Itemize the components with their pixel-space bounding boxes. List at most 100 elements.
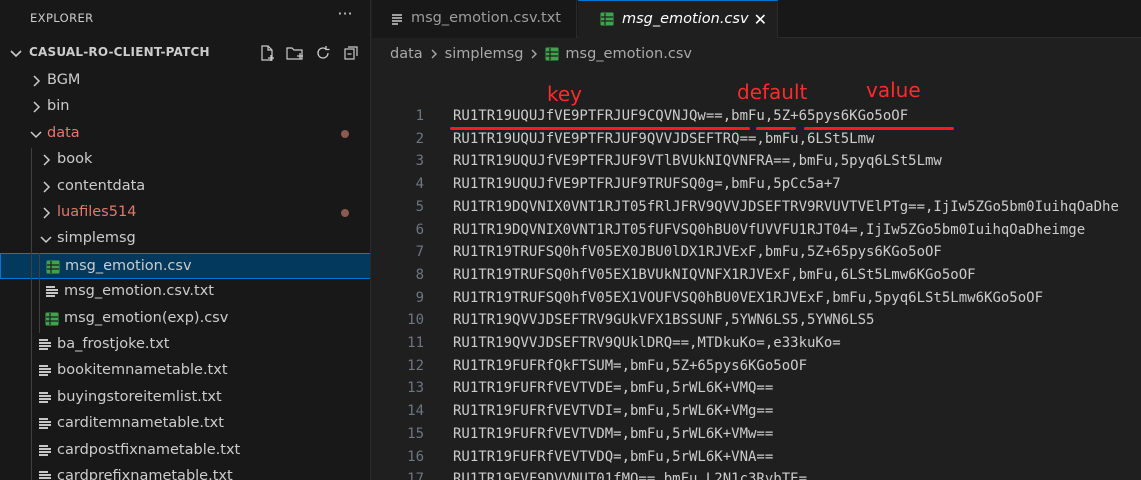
annotation-key: key: [547, 82, 583, 106]
code-line[interactable]: 5 RU1TR19DQVNIX0VNT1RJT05fRlJFRV9QVVJDSEF…: [372, 197, 1141, 220]
breadcrumb-item-data[interactable]: data: [390, 46, 423, 62]
code-line[interactable]: 13 RU1TR19FUFRfVEVTVDE=,bmFu,5rWL6K+VMQ==: [372, 378, 1141, 401]
tree-item-label: BGM: [47, 72, 81, 88]
code-line[interactable]: 3 RU1TR19UQUJfVE9PTFRJUF9VTlBVUkNIQVNFRA=…: [372, 151, 1141, 174]
explorer-title: EXPLORER: [30, 11, 94, 25]
chevron-right-icon: [531, 49, 538, 59]
line-text: RU1TR19FUFRfVEVTVDE=,bmFu,5rWL6K+VMQ==: [453, 380, 774, 396]
line-text: RU1TR19FUFRfVEVTVDM=,bmFu,5rWL6K+VMw==: [453, 426, 774, 442]
line-number: 17: [407, 471, 424, 480]
line-text: RU1TR19UQUJfVE9PTFRJUF9QVVJDSEFTRQ==,bmF…: [453, 131, 875, 147]
tree-item-bgm[interactable]: BGM: [0, 68, 370, 94]
code-line[interactable]: 16 RU1TR19FUFRfVEVTVDQ=,bmFu,5rWL6K+VNA==: [372, 447, 1141, 470]
code-line[interactable]: 15 RU1TR19FUFRfVEVTVDM=,bmFu,5rWL6K+VMw==: [372, 424, 1141, 447]
chevron-right-icon: [43, 154, 51, 166]
tab-label: msg_emotion.csv.txt: [411, 10, 561, 26]
tree-item-label: data: [47, 125, 80, 141]
code-line[interactable]: 10 RU1TR19QVVJDSEFTRV9GUkVFX1BSSUNF,5YWN6…: [372, 310, 1141, 333]
line-number: 11: [407, 335, 424, 351]
explorer-sidebar: EXPLORER ··· CASUAL-RO-CLIENT-PATCH BGM b…: [0, 0, 371, 480]
breadcrumb: data simplemsg msg_emotion.csv: [372, 38, 1141, 70]
tree-item-book[interactable]: book: [0, 147, 370, 173]
new-file-icon[interactable]: [256, 43, 278, 63]
tree-item-simplemsg[interactable]: simplemsg: [0, 226, 370, 252]
text-file-icon: [39, 392, 51, 403]
collapse-all-icon[interactable]: [340, 43, 362, 63]
breadcrumb-item-simplemsg[interactable]: simplemsg: [445, 46, 524, 62]
tree-item-label: simplemsg: [57, 230, 136, 246]
tree-item-luafiles514[interactable]: luafiles514: [0, 200, 370, 226]
tree-item-msg-emotion-csv[interactable]: msg_emotion.csv: [0, 253, 370, 279]
tree-item-label: bookitemnametable.txt: [57, 362, 228, 378]
tab-msg-emotion-csv-txt[interactable]: msg_emotion.csv.txt: [372, 0, 577, 38]
tree-item-label: cardpostfixnametable.txt: [57, 442, 241, 458]
line-text: RU1TR19FVF9DVVNUT01fMQ==,bmFu,L2N1c3RvbT…: [453, 471, 808, 480]
tree-item-cardpostfixnametable-txt[interactable]: cardpostfixnametable.txt: [0, 438, 370, 464]
modified-dot: [341, 130, 349, 138]
code-line[interactable]: 2 RU1TR19UQUJfVE9PTFRJUF9QVVJDSEFTRQ==,bm…: [372, 129, 1141, 152]
close-icon[interactable]: ✕: [754, 10, 767, 29]
csv-file-icon: [46, 260, 60, 274]
tree-item-bin[interactable]: bin: [0, 94, 370, 120]
text-file-icon: [392, 14, 402, 25]
code-line[interactable]: 11 RU1TR19QVVJDSEFTRV9QUklDRQ==,MTDkuKo=,…: [372, 333, 1141, 356]
tab-msg-emotion-csv[interactable]: msg_emotion.csv ✕: [578, 0, 778, 39]
code-line[interactable]: 12 RU1TR19FUFRfQkFTSUM=,bmFu,5Z+65pys6KGo…: [372, 356, 1141, 379]
tree-item-bookitemnametable-txt[interactable]: bookitemnametable.txt: [0, 358, 370, 384]
tree-item-label: buyingstoreitemlist.txt: [57, 389, 222, 405]
code-line[interactable]: 14 RU1TR19FUFRfVEVTVDI=,bmFu,5rWL6K+VMg==: [372, 401, 1141, 424]
chevron-right-icon: [43, 181, 51, 193]
line-text: RU1TR19FUFRfQkFTSUM=,bmFu,5Z+65pys6KGo5o…: [453, 358, 808, 374]
refresh-icon[interactable]: [312, 43, 334, 63]
text-file-icon: [39, 471, 51, 479]
code-line[interactable]: 6 RU1TR19DQVNIX0VNT1RJT05fUFVSQ0hBU0VfUVV…: [372, 220, 1141, 243]
default-underline: [756, 127, 796, 130]
line-text: RU1TR19UQUJfVE9PTFRJUF9CQVNJQw==,bmFu,5Z…: [453, 108, 909, 124]
line-number: 2: [415, 131, 424, 147]
tree-item-label: carditemnametable.txt: [57, 415, 224, 431]
line-number: 6: [415, 222, 424, 238]
csv-file-icon: [45, 312, 59, 326]
new-folder-icon[interactable]: [284, 43, 306, 63]
tree-item-label: ba_frostjoke.txt: [57, 336, 170, 352]
code-line[interactable]: 1 RU1TR19UQUJfVE9PTFRJUF9CQVNJQw==,bmFu,5…: [372, 106, 1141, 129]
line-text: RU1TR19TRUFSQ0hfV05EX0JBU0lDX1RJVExF,bmF…: [453, 244, 942, 260]
tree-item-label: bin: [47, 98, 70, 114]
annotation-default: default: [737, 80, 808, 104]
tree-item-msg-emotion-exp-csv[interactable]: msg_emotion(exp).csv: [0, 306, 370, 332]
code-line[interactable]: 7 RU1TR19TRUFSQ0hfV05EX0JBU0lDX1RJVExF,bm…: [372, 242, 1141, 265]
more-actions-icon[interactable]: ···: [335, 4, 355, 28]
text-file-icon: [39, 339, 51, 350]
line-text: RU1TR19UQUJfVE9PTFRJUF9VTlBVUkNIQVNFRA==…: [453, 153, 942, 169]
line-text: RU1TR19TRUFSQ0hfV05EX1BVUkNIQVNFX1RJVExF…: [453, 267, 976, 283]
chevron-down-icon: [40, 236, 52, 244]
chevron-right-icon: [43, 207, 51, 219]
csv-file-icon: [545, 47, 559, 61]
editor-tabs: msg_emotion.csv.txt msg_emotion.csv ✕: [372, 0, 1141, 39]
tree-item-cardprefixnametable-txt[interactable]: cardprefixnametable.txt: [0, 464, 370, 480]
text-file-icon: [39, 445, 51, 456]
code-line[interactable]: 8 RU1TR19TRUFSQ0hfV05EX1BVUkNIQVNFX1RJVEx…: [372, 265, 1141, 288]
code-line[interactable]: 4 RU1TR19UQUJfVE9PTFRJUF9TRUFSQ0g=,bmFu,5…: [372, 174, 1141, 197]
chevron-right-icon: [33, 75, 41, 87]
tree-item-carditemnametable-txt[interactable]: carditemnametable.txt: [0, 411, 370, 437]
code-line[interactable]: 9 RU1TR19TRUFSQ0hfV05EX1VOUFVSQ0hBU0VEX1R…: [372, 288, 1141, 311]
code-line[interactable]: 17 RU1TR19FVF9DVVNUT01fMQ==,bmFu,L2N1c3Rv…: [372, 469, 1141, 480]
line-number: 7: [415, 244, 424, 260]
tree-item-buyingstoreitemlist-txt[interactable]: buyingstoreitemlist.txt: [0, 385, 370, 411]
code-editor[interactable]: key default value 1 RU1TR19UQUJfVE9PTFRJU…: [372, 70, 1141, 480]
chevron-down-icon: [10, 50, 22, 58]
tree-item-msg-emotion-csv-txt[interactable]: msg_emotion.csv.txt: [0, 279, 370, 305]
project-header[interactable]: CASUAL-RO-CLIENT-PATCH: [0, 40, 370, 66]
breadcrumb-item-file[interactable]: msg_emotion.csv: [565, 46, 692, 62]
line-number: 3: [415, 153, 424, 169]
tree-item-label: cardprefixnametable.txt: [57, 468, 233, 480]
tree-item-data[interactable]: data: [0, 121, 370, 147]
tree-item-contentdata[interactable]: contentdata: [0, 174, 370, 200]
chevron-right-icon: [431, 49, 437, 59]
line-number: 13: [407, 380, 424, 396]
tree-item-ba-frostjoke-txt[interactable]: ba_frostjoke.txt: [0, 332, 370, 358]
value-underline: [804, 127, 954, 130]
line-text: RU1TR19QVVJDSEFTRV9QUklDRQ==,MTDkuKo=,e3…: [453, 335, 841, 351]
line-text: RU1TR19UQUJfVE9PTFRJUF9TRUFSQ0g=,bmFu,5p…: [453, 176, 841, 192]
